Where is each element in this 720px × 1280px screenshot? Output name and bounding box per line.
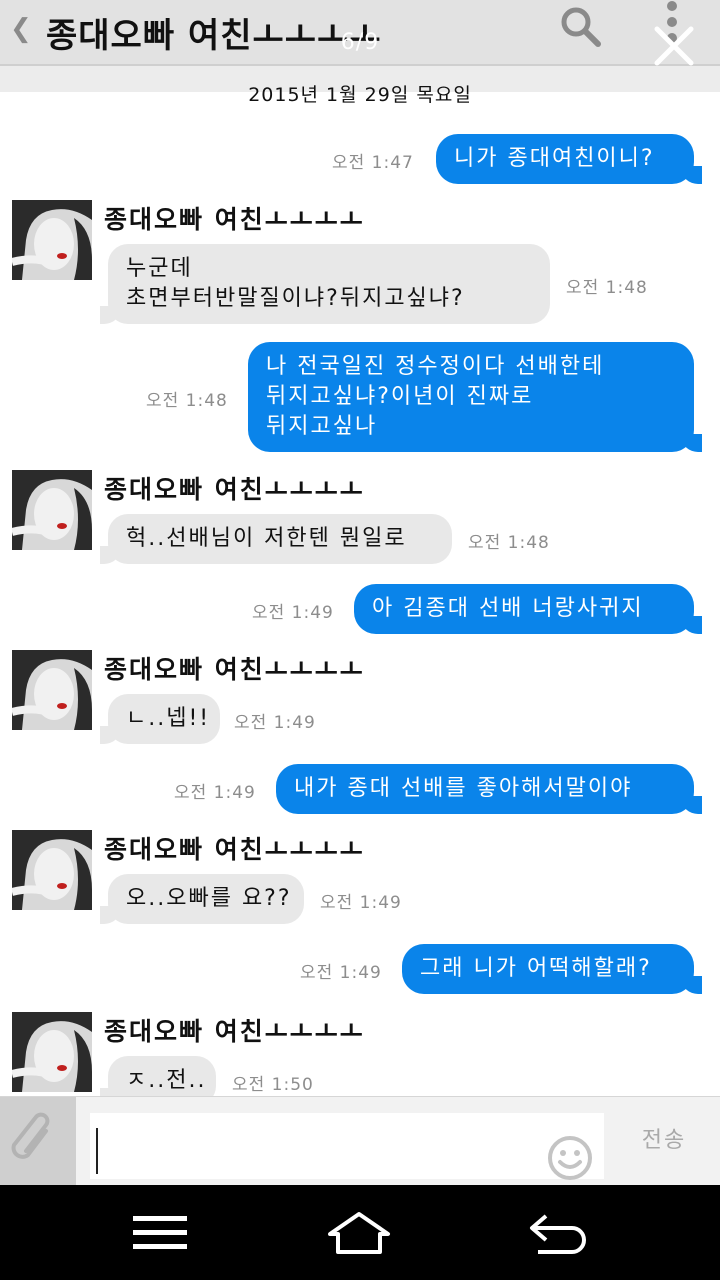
message-text: 내가 종대 선배를 좋아해서말이야: [294, 776, 633, 801]
outgoing-message-bubble[interactable]: 내가 종대 선배를 좋아해서말이야: [276, 764, 702, 814]
message-text: 누군데: [126, 256, 193, 281]
home-icon[interactable]: [324, 1208, 394, 1258]
composer-bar: [0, 1096, 720, 1185]
sender-name: 종대오빠 여친ㅗㅗㅗㅗ: [104, 475, 365, 504]
message-text: 헉..선배님이 저한텐 뭔일로: [126, 526, 407, 551]
outgoing-message-bubble[interactable]: 나 전국일진 정수정이다 선배한테뒤지고싶냐?이년이 진짜로뒤지고싶나: [248, 342, 702, 452]
avatar[interactable]: [12, 830, 92, 910]
avatar[interactable]: [12, 470, 92, 550]
date-separator: 2015년 1월 29일 목요일: [248, 84, 472, 106]
message-text: 초면부터반말질이냐?뒤지고싶냐?: [126, 286, 465, 311]
message-timestamp: 오전 1:47: [332, 153, 414, 173]
message-text: 그래 니가 어떡해할래?: [420, 956, 652, 981]
close-icon[interactable]: [652, 24, 696, 68]
emoji-icon[interactable]: [546, 1134, 594, 1182]
back-nav-icon[interactable]: [524, 1208, 594, 1258]
send-button[interactable]: 전송: [616, 1116, 712, 1166]
text-cursor: [96, 1128, 98, 1174]
message-text: ㄴ..넵!!: [126, 706, 211, 731]
message-text: 오..오빠를 요??: [126, 886, 292, 911]
message-text: 뒤지고싶나: [266, 414, 378, 439]
incoming-message-bubble[interactable]: 오..오빠를 요??: [100, 874, 304, 924]
message-text: 아 김종대 선배 너랑사귀지: [372, 596, 644, 621]
message-timestamp: 오전 1:48: [566, 278, 648, 298]
sender-name: 종대오빠 여친ㅗㅗㅗㅗ: [104, 205, 365, 234]
sender-name: 종대오빠 여친ㅗㅗㅗㅗ: [104, 655, 365, 684]
message-timestamp: 오전 1:49: [174, 783, 256, 803]
incoming-message-bubble[interactable]: 누군데초면부터반말질이냐?뒤지고싶냐?: [100, 244, 550, 324]
message-timestamp: 오전 1:48: [468, 533, 550, 553]
outgoing-message-bubble[interactable]: 아 김종대 선배 너랑사귀지: [354, 584, 702, 634]
avatar[interactable]: [12, 1012, 92, 1092]
outgoing-message-bubble[interactable]: 니가 종대여친이니?: [436, 134, 702, 184]
sender-name: 종대오빠 여친ㅗㅗㅗㅗ: [104, 1017, 365, 1046]
attach-button[interactable]: [0, 1097, 76, 1185]
paperclip-icon: [11, 1112, 50, 1159]
image-pager: 6/9: [340, 30, 380, 55]
outgoing-message-bubble[interactable]: 그래 니가 어떡해할래?: [402, 944, 702, 994]
message-timestamp: 오전 1:49: [252, 603, 334, 623]
message-text: 뒤지고싶냐?이년이 진짜로: [266, 384, 534, 409]
incoming-message-bubble[interactable]: ㄴ..넵!!: [100, 694, 220, 744]
message-timestamp: 오전 1:49: [300, 963, 382, 983]
avatar[interactable]: [12, 200, 92, 280]
message-timestamp: 오전 1:48: [146, 391, 228, 411]
message-text: 나 전국일진 정수정이다 선배한테: [266, 354, 605, 379]
message-input[interactable]: [90, 1113, 604, 1179]
message-timestamp: 오전 1:49: [320, 893, 402, 913]
message-text: ㅈ..전..: [126, 1068, 207, 1093]
incoming-message-bubble[interactable]: 헉..선배님이 저한텐 뭔일로: [100, 514, 452, 564]
message-timestamp: 오전 1:49: [234, 713, 316, 733]
menu-icon[interactable]: [125, 1208, 195, 1258]
message-timestamp: 오전 1:50: [232, 1075, 314, 1095]
sender-name: 종대오빠 여친ㅗㅗㅗㅗ: [104, 835, 365, 864]
avatar[interactable]: [12, 650, 92, 730]
message-text: 니가 종대여친이니?: [454, 146, 655, 171]
